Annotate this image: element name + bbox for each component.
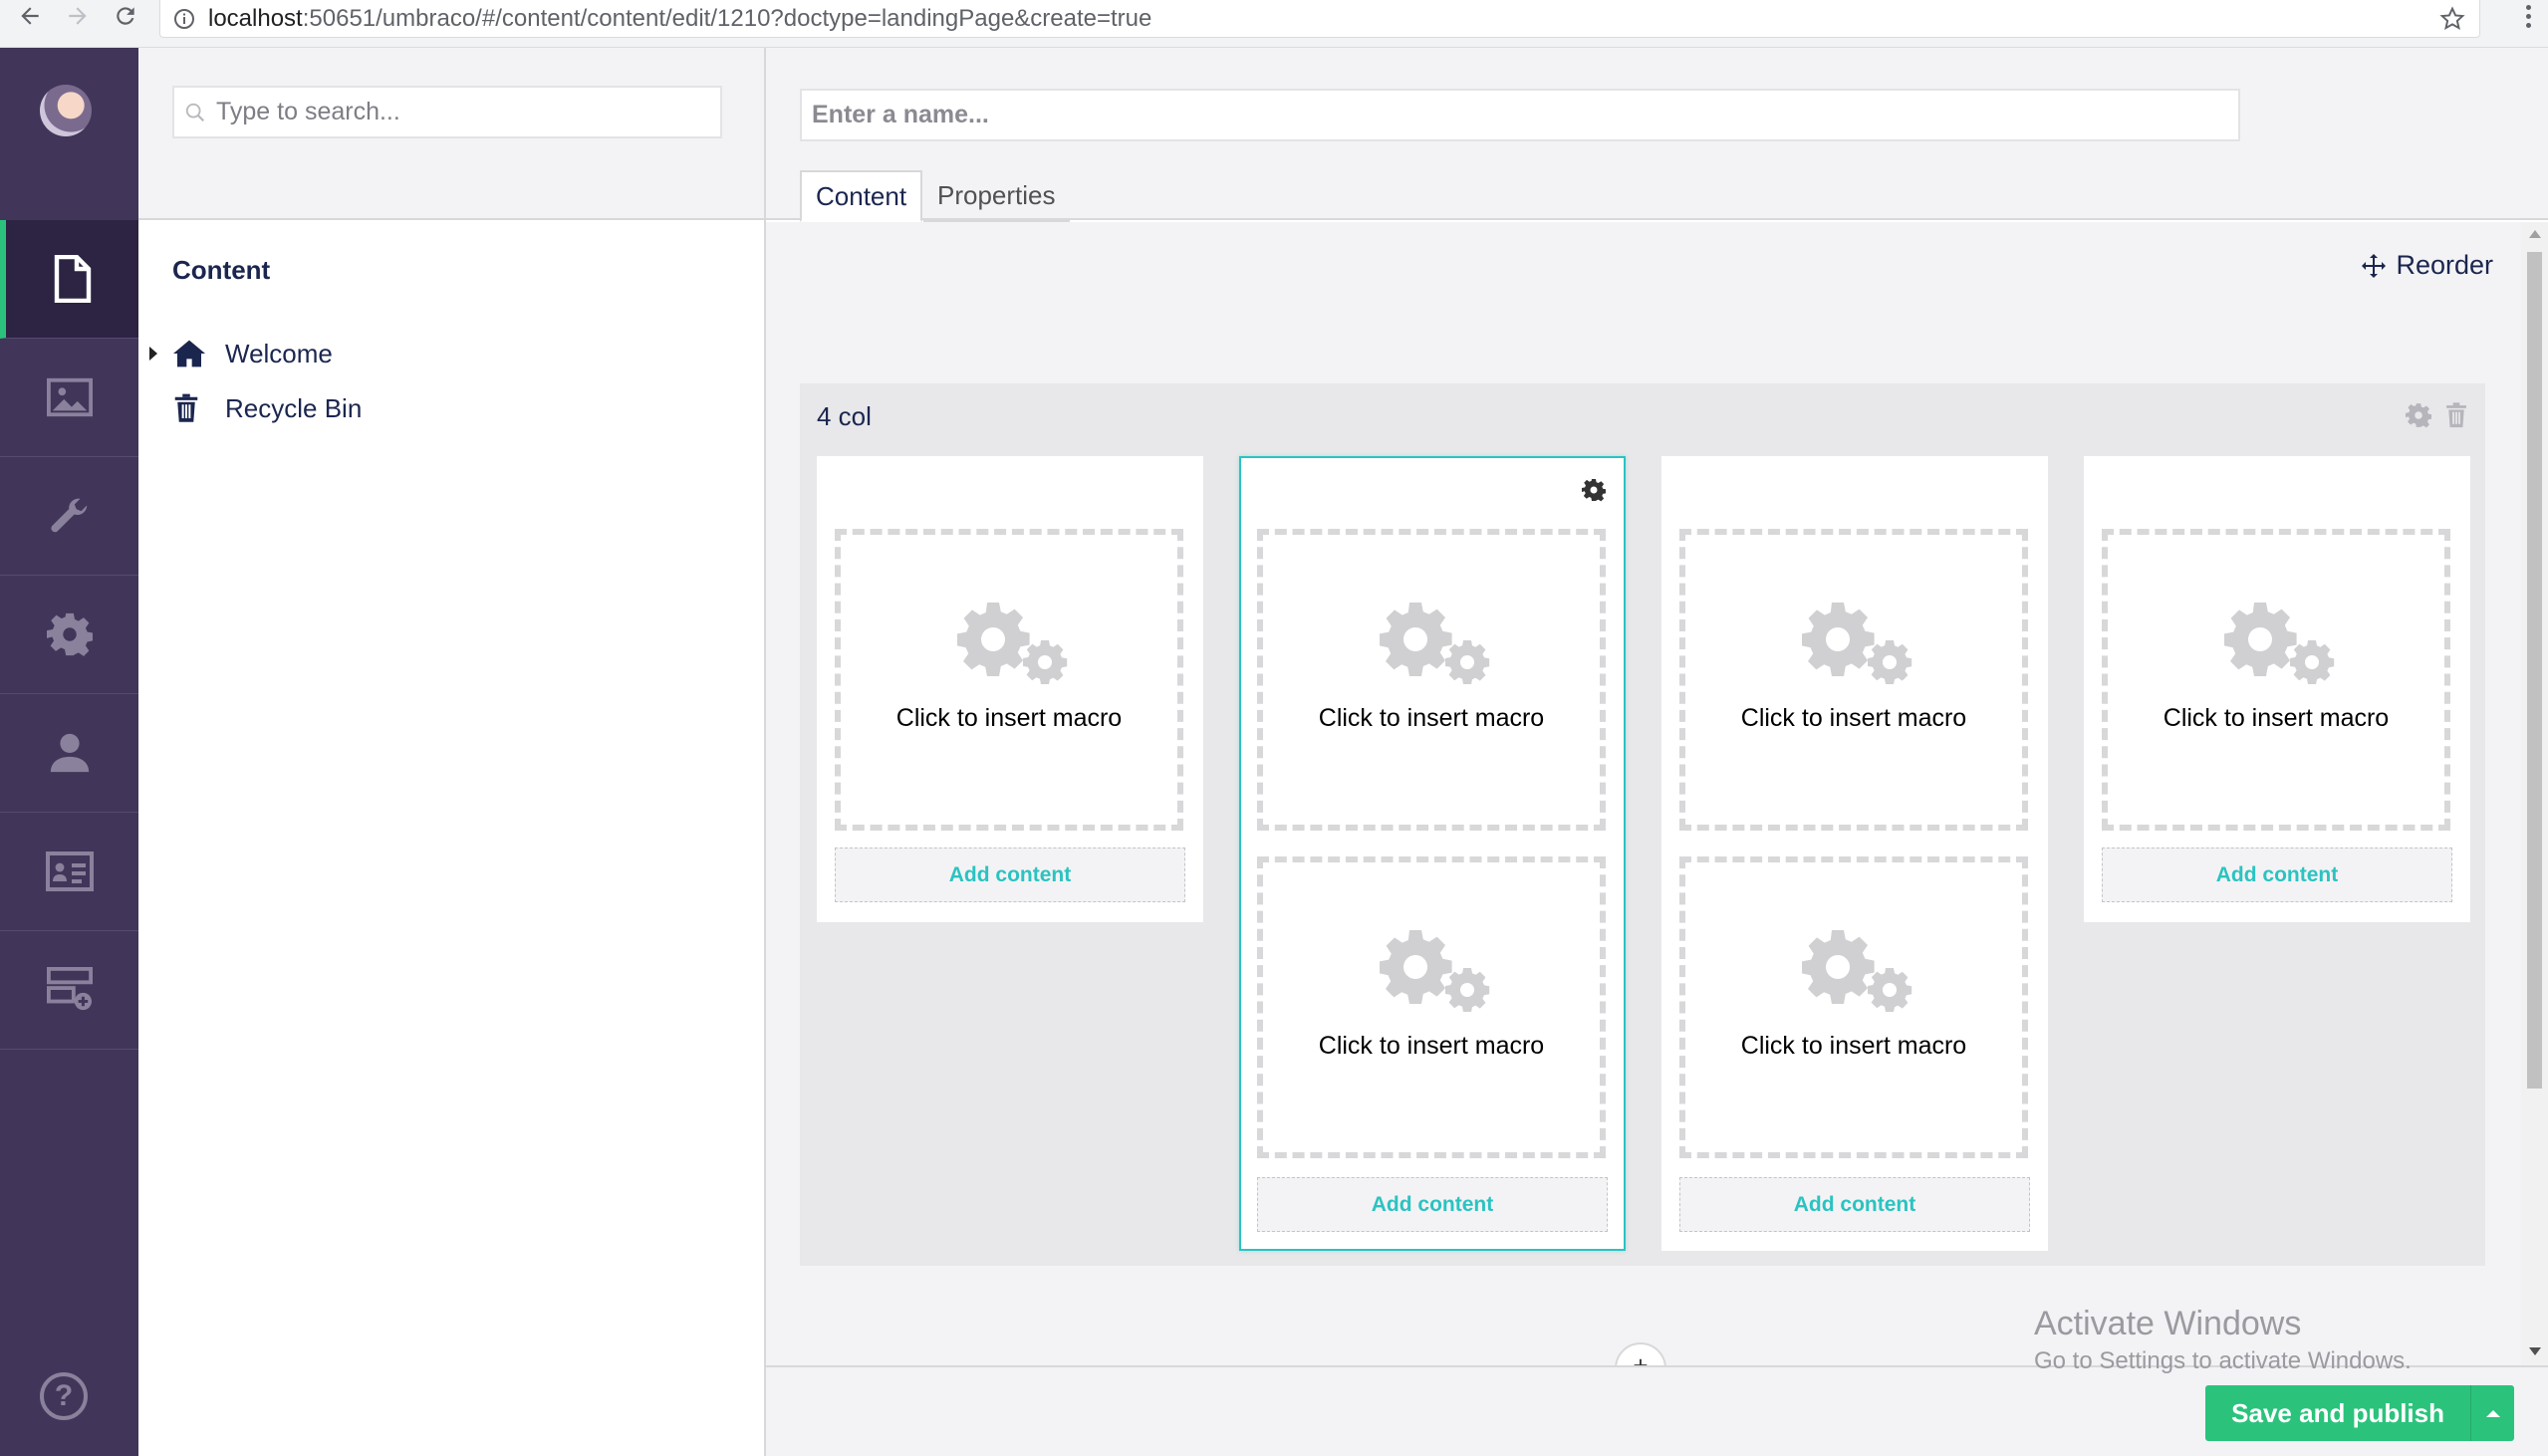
arrow-right-icon <box>69 7 87 25</box>
add-content-button[interactable]: Add content <box>1679 1177 2030 1232</box>
developer-gear-icon <box>46 612 93 656</box>
add-content-button[interactable]: Add content <box>1257 1177 1608 1232</box>
editor-footer: Save and publish <box>766 1365 2548 1456</box>
macro-placeholder[interactable]: Click to insert macro <box>1679 529 2028 831</box>
section-content[interactable] <box>0 220 138 339</box>
users-icon <box>50 733 89 773</box>
macro-label: Click to insert macro <box>1740 1032 1967 1060</box>
avatar[interactable] <box>40 85 92 136</box>
section-developer[interactable] <box>0 576 138 694</box>
section-users[interactable] <box>0 694 138 813</box>
browser-menu-icon[interactable] <box>2518 0 2538 32</box>
save-and-publish-button[interactable]: Save and publish <box>2205 1385 2470 1441</box>
caret-up-icon <box>2485 1409 2500 1417</box>
publish-options-button[interactable] <box>2470 1385 2514 1441</box>
macro-placeholder[interactable]: Click to insert macro <box>2102 529 2450 831</box>
editor-header: Content Properties <box>766 48 2548 222</box>
macro-label: Click to insert macro <box>1318 704 1545 732</box>
watermark-line1: Activate Windows <box>2034 1305 2302 1342</box>
arrow-left-icon <box>21 7 39 25</box>
section-bar: ? <box>0 48 138 1456</box>
url-host: localhost <box>208 4 303 32</box>
section-settings[interactable] <box>0 457 138 576</box>
reload-button[interactable] <box>104 0 147 32</box>
help-icon[interactable]: ? <box>40 1372 88 1420</box>
settings-wrench-icon <box>50 498 87 533</box>
forward-button[interactable] <box>56 0 100 32</box>
macro-gears-icon <box>1802 603 1912 684</box>
macro-gears-icon <box>957 603 1068 684</box>
forms-icon <box>46 967 93 1011</box>
name-input[interactable] <box>800 89 2240 141</box>
content-icon <box>54 255 91 303</box>
scroll-up-icon[interactable] <box>2529 230 2541 238</box>
back-button[interactable] <box>8 0 52 32</box>
macro-label: Click to insert macro <box>1740 704 1967 732</box>
macro-label: Click to insert macro <box>1318 1032 1545 1060</box>
macro-label: Click to insert macro <box>895 704 1123 732</box>
grid-cell-selected[interactable]: Click to insert macro Click to insert ma… <box>1239 456 1626 1251</box>
macro-gears-icon <box>1802 930 1912 1012</box>
grid-row[interactable]: 4 col Click to insert macro Add content … <box>800 383 2485 1266</box>
address-bar[interactable]: localhost:50651/umbraco/#/content/conten… <box>159 0 2480 38</box>
media-icon <box>46 377 93 417</box>
row-settings-gear-icon[interactable] <box>2406 402 2431 428</box>
grid-cell[interactable]: Click to insert macro Add content <box>817 456 1203 922</box>
content-editor: Content Properties Reorder 4 col <box>766 48 2548 1456</box>
tab-properties[interactable]: Properties <box>923 170 1070 222</box>
macro-label: Click to insert macro <box>2163 704 2390 732</box>
trash-icon <box>174 393 198 422</box>
windows-activation-watermark: Activate Windows Go to Settings to activ… <box>2034 1305 2412 1375</box>
row-tools <box>2406 401 2467 429</box>
content-tree-panel: Content Welcome Recycle Bin <box>138 48 766 1456</box>
search-input[interactable] <box>216 98 694 126</box>
watermark-line2: Go to Settings to activate Windows. <box>2034 1347 2412 1374</box>
tree-node-label: Recycle Bin <box>225 392 363 423</box>
tree-node-recycle-bin[interactable]: Recycle Bin <box>138 383 362 433</box>
browser-toolbar: localhost:50651/umbraco/#/content/conten… <box>0 0 2548 48</box>
reorder-label: Reorder <box>2396 250 2493 280</box>
grid-cell[interactable]: Click to insert macro Click to insert ma… <box>1661 456 2048 1251</box>
tree-header <box>138 48 764 220</box>
macro-placeholder[interactable]: Click to insert macro <box>835 529 1183 831</box>
tab-content[interactable]: Content <box>800 170 923 222</box>
macro-placeholder[interactable]: Click to insert macro <box>1679 856 2028 1158</box>
reorder-button[interactable]: Reorder <box>2362 250 2493 281</box>
info-icon <box>174 9 194 29</box>
bookmark-star-icon[interactable] <box>2439 6 2465 32</box>
row-title: 4 col <box>817 401 872 431</box>
grid-cell[interactable]: Click to insert macro Add content <box>2084 456 2470 922</box>
add-content-button[interactable]: Add content <box>2102 848 2452 902</box>
section-forms[interactable] <box>0 931 138 1050</box>
plus-icon: + <box>1633 1350 1649 1365</box>
editor-scrollbar[interactable] <box>2521 222 2548 1365</box>
tree-node-welcome[interactable]: Welcome <box>138 329 333 378</box>
move-icon <box>2362 253 2387 278</box>
section-media[interactable] <box>0 339 138 457</box>
add-content-button[interactable]: Add content <box>835 848 1185 902</box>
scroll-down-icon[interactable] <box>2529 1347 2541 1355</box>
tree-node-label: Welcome <box>225 338 333 368</box>
tree-title: Content <box>172 255 271 285</box>
macro-gears-icon <box>1380 930 1490 1012</box>
scrollbar-thumb[interactable] <box>2527 252 2542 1089</box>
expand-caret-icon[interactable] <box>149 347 157 361</box>
save-and-publish-group: Save and publish <box>2205 1385 2514 1441</box>
cell-settings-gear-icon[interactable] <box>1582 478 1606 502</box>
macro-gears-icon <box>2224 603 2335 684</box>
add-row-button[interactable]: + <box>1615 1342 1666 1365</box>
macro-placeholder[interactable]: Click to insert macro <box>1257 529 1606 831</box>
search-icon <box>185 103 205 121</box>
section-members[interactable] <box>0 813 138 931</box>
reload-icon <box>117 7 134 25</box>
row-delete-trash-icon[interactable] <box>2445 401 2467 429</box>
macro-placeholder[interactable]: Click to insert macro <box>1257 856 1606 1158</box>
grid-editor-canvas: Reorder 4 col Click to insert macro Add … <box>766 222 2521 1365</box>
home-icon <box>173 340 205 367</box>
members-icon <box>45 851 94 891</box>
url-path: :50651/umbraco/#/content/content/edit/12… <box>302 4 1152 32</box>
macro-gears-icon <box>1380 603 1490 684</box>
tree-search-box <box>172 86 722 138</box>
